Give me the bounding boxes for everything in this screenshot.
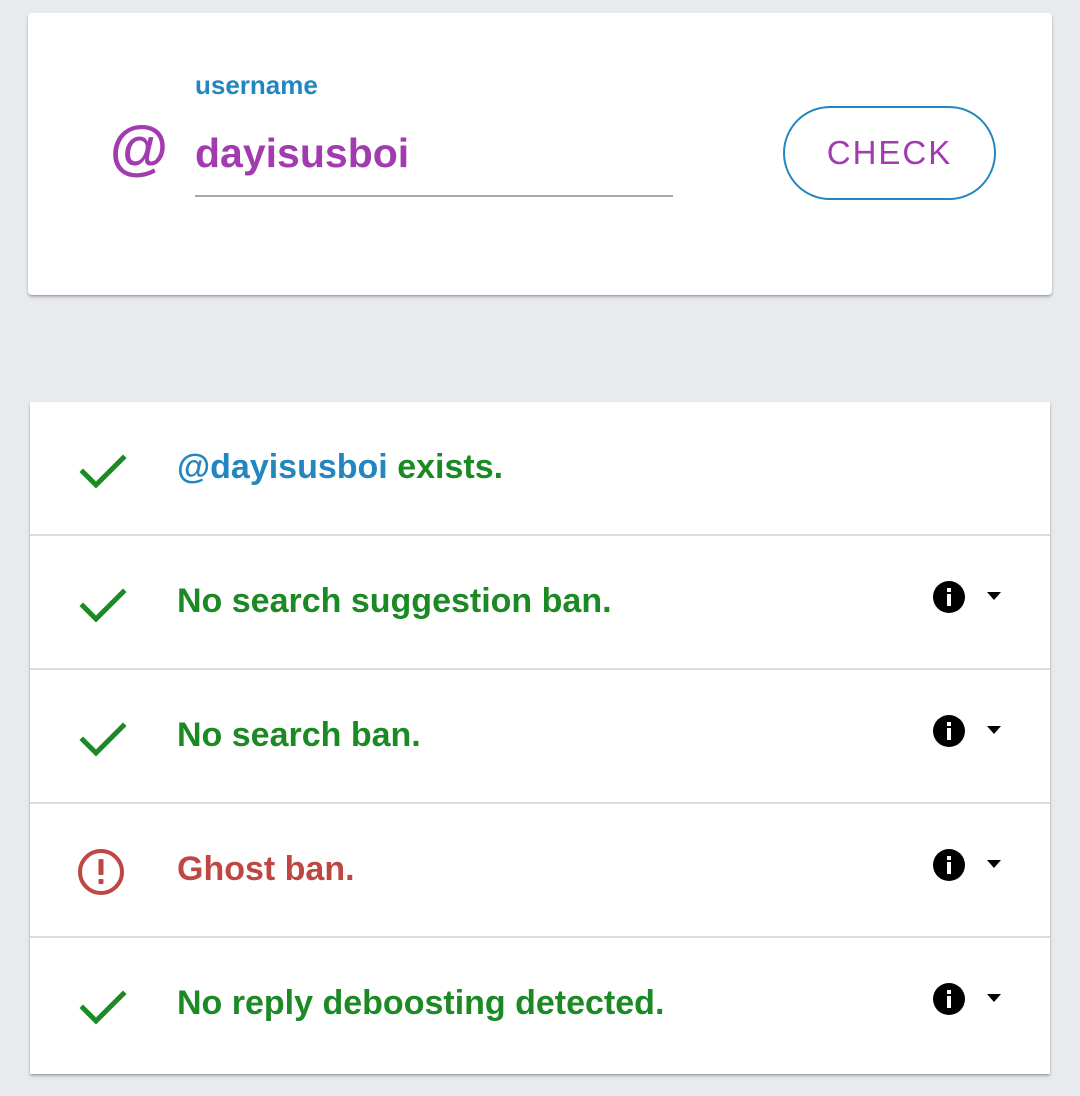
checkmark-icon: [76, 578, 130, 632]
result-text: @dayisusboi exists.: [177, 442, 503, 492]
result-row-ghost-ban: Ghost ban.: [30, 804, 1050, 938]
expand-details-toggle[interactable]: [919, 569, 1019, 625]
info-icon: [933, 715, 965, 747]
username-label: username: [195, 70, 318, 100]
checkmark-icon: [76, 980, 130, 1034]
username-handle: @dayisusboi: [177, 448, 388, 486]
result-message: No search ban.: [177, 716, 421, 754]
results-list: @dayisusboi exists. No search suggestion…: [30, 402, 1050, 1074]
caret-down-icon: [986, 993, 1002, 1003]
info-icon: [933, 849, 965, 881]
result-message: exists.: [387, 448, 504, 486]
expand-details-toggle[interactable]: [919, 837, 1019, 893]
info-icon: [933, 983, 965, 1015]
checkmark-icon: [76, 444, 130, 498]
caret-down-icon: [986, 725, 1002, 735]
expand-details-toggle[interactable]: [919, 971, 1019, 1027]
search-card: @ username CHECK: [28, 13, 1052, 295]
result-row-exists: @dayisusboi exists.: [30, 402, 1050, 536]
caret-down-icon: [986, 859, 1002, 869]
info-icon: [933, 581, 965, 613]
expand-details-toggle[interactable]: [919, 703, 1019, 759]
username-input[interactable]: [195, 111, 673, 197]
result-message: No reply deboosting detected.: [177, 984, 665, 1022]
check-button[interactable]: CHECK: [783, 106, 996, 200]
result-row-search-suggestion-ban: No search suggestion ban.: [30, 536, 1050, 670]
result-message: No search suggestion ban.: [177, 582, 612, 620]
result-row-reply-deboosting: No reply deboosting detected.: [30, 938, 1050, 1074]
checkmark-icon: [76, 712, 130, 766]
at-sign-icon: @: [108, 115, 168, 182]
result-row-search-ban: No search ban.: [30, 670, 1050, 804]
caret-down-icon: [986, 591, 1002, 601]
alert-circle-icon: [76, 846, 130, 900]
result-message: Ghost ban.: [177, 850, 355, 888]
